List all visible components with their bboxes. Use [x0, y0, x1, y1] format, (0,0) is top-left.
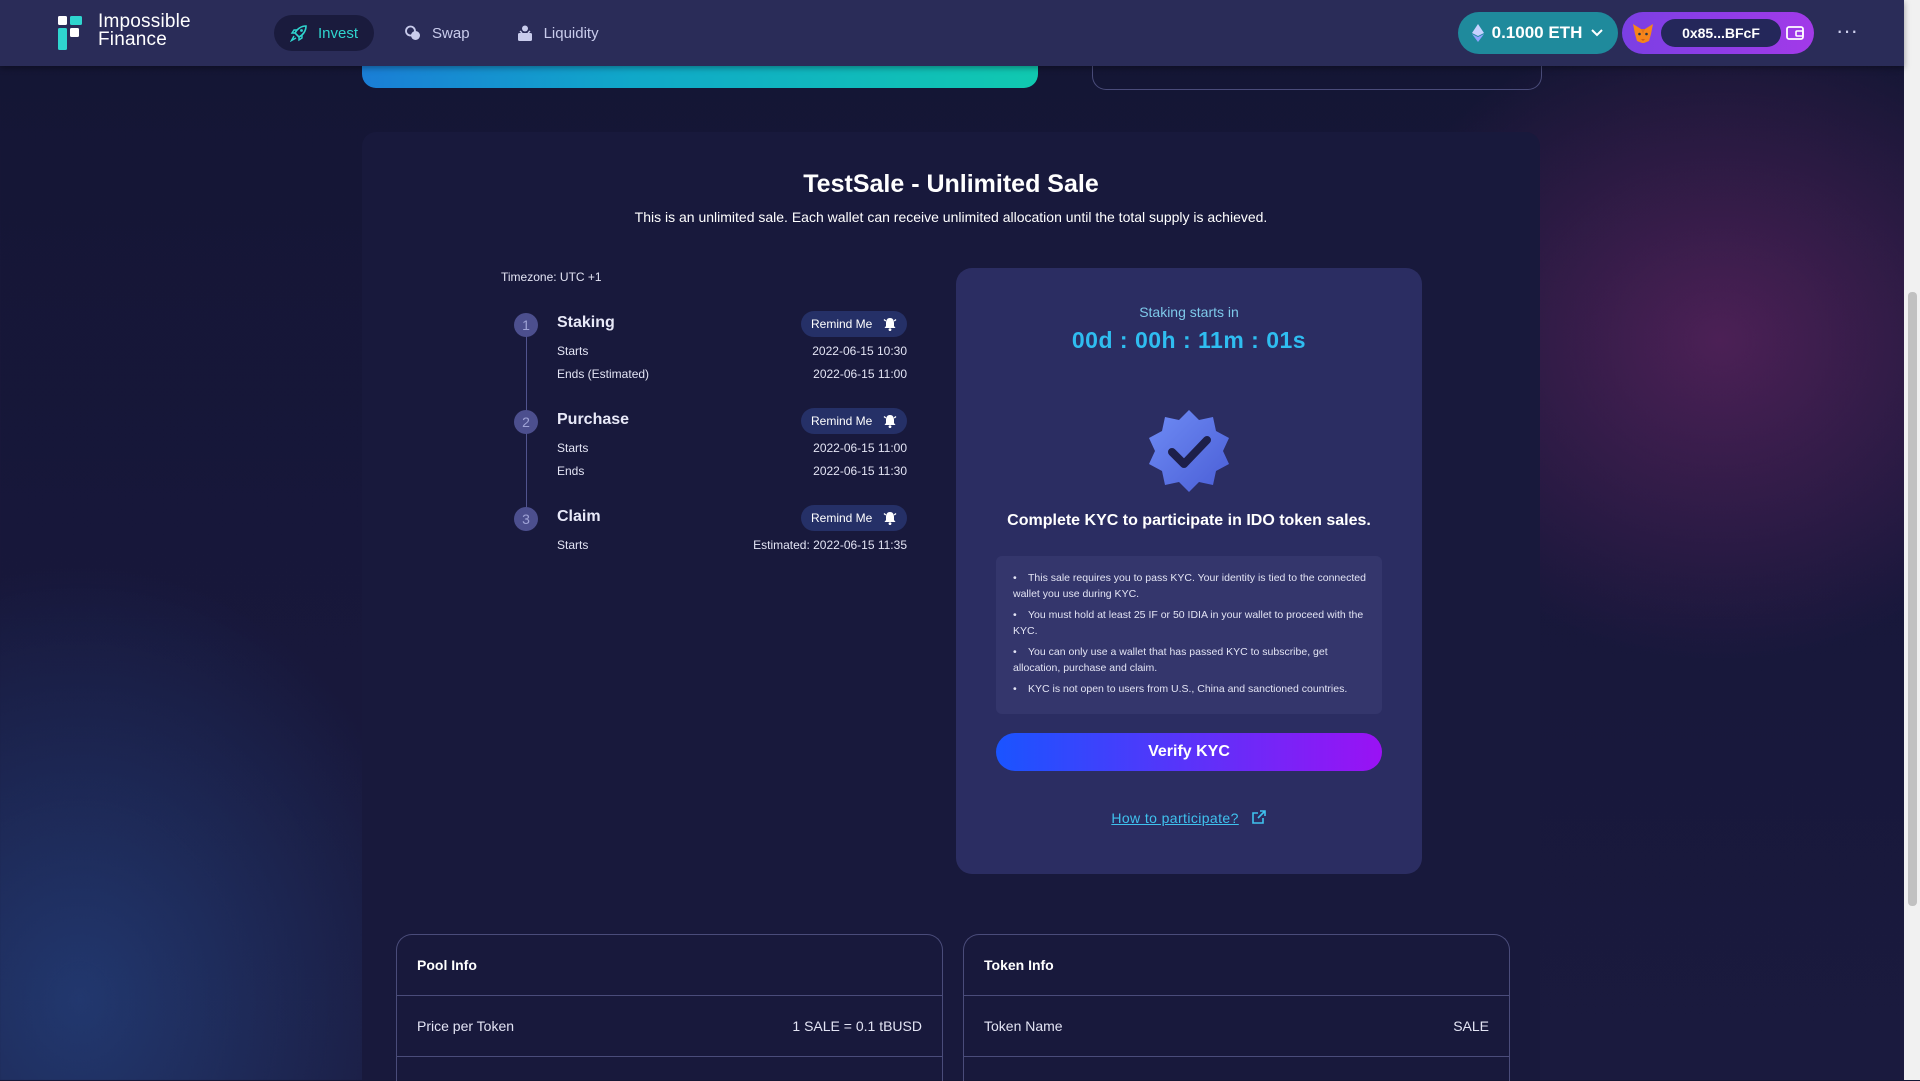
purchase-ends-value: 2022-06-15 11:30: [813, 464, 907, 478]
ethereum-icon: [1471, 24, 1484, 42]
page-scrollbar-thumb[interactable]: [1908, 292, 1917, 906]
remind-me-button-staking[interactable]: Remind Me: [801, 311, 907, 337]
rocket-icon: [290, 25, 307, 42]
eth-balance: 0.1000 ETH: [1491, 23, 1583, 42]
network-balance-button[interactable]: 0.1000 ETH: [1458, 12, 1618, 54]
kyc-card: Staking starts in 00d : 00h : 11m : 01s …: [956, 268, 1422, 874]
metamask-fox-icon: [1633, 24, 1653, 43]
remind-me-label: Remind Me: [811, 414, 873, 428]
verify-kyc-button[interactable]: Verify KYC: [996, 733, 1382, 771]
remind-me-label: Remind Me: [811, 317, 873, 331]
sale-title: TestSale - Unlimited Sale: [803, 170, 1099, 198]
bell-icon: [883, 415, 897, 428]
wallet-button[interactable]: 0x85...BFcF: [1622, 12, 1814, 54]
step-title-purchase: Purchase: [557, 411, 630, 428]
kyc-heading: Complete KYC to participate in IDO token…: [1007, 512, 1371, 529]
token-name-label: Token Name: [984, 1018, 1063, 1034]
kyc-requirements-list: • This sale requires you to pass KYC. You…: [1013, 570, 1368, 697]
kyc-requirement-text: You can only use a wallet that has passe…: [1013, 646, 1328, 674]
step-number-purchase: 2: [514, 410, 538, 434]
nav-swap[interactable]: Swap: [388, 15, 486, 51]
staking-ends-label: Ends (Estimated): [557, 367, 650, 381]
top-nav-bar: Impossible Finance Invest Swap Liquidity…: [0, 0, 1904, 66]
verified-badge-icon: [1149, 410, 1229, 492]
kyc-requirement-text: KYC is not open to users from U.S., Chin…: [1028, 683, 1348, 695]
kyc-requirements-box: • This sale requires you to pass KYC. You…: [996, 556, 1382, 714]
purchase-starts-value: 2022-06-15 11:00: [813, 441, 907, 455]
wallet-address: 0x85...BFcF: [1661, 19, 1781, 47]
step-number-staking: 1: [514, 313, 538, 337]
step-title-claim: Claim: [557, 508, 601, 525]
nav-liquidity[interactable]: Liquidity: [500, 15, 615, 51]
countdown-label: Staking starts in: [1139, 304, 1239, 320]
external-link-icon: [1251, 810, 1266, 824]
nav-invest-label: Invest: [318, 24, 359, 42]
kyc-requirement-text: This sale requires you to pass KYC. Your…: [1013, 572, 1366, 600]
divider: [397, 1056, 942, 1057]
kyc-requirement-item: • You can only use a wallet that has pass…: [1013, 646, 1328, 674]
remind-me-button-claim[interactable]: Remind Me: [801, 505, 907, 531]
kyc-requirement-item: • You must hold at least 25 IF or 50 IDIA…: [1013, 609, 1364, 637]
timezone-label: Timezone: UTC +1: [501, 270, 602, 284]
claim-starts-label: Starts: [557, 538, 589, 552]
brand-name: Impossible Finance: [98, 12, 191, 50]
kyc-requirement-text: You must hold at least 25 IF or 50 IDIA …: [1013, 609, 1364, 637]
remind-me-button-purchase[interactable]: Remind Me: [801, 408, 907, 434]
purchase-starts-label: Starts: [557, 441, 589, 455]
nav-liquidity-label: Liquidity: [543, 24, 599, 42]
token-info-title: Token Info: [984, 957, 1054, 973]
remind-me-label: Remind Me: [811, 511, 873, 525]
how-to-participate-link[interactable]: How to participate?: [956, 809, 1422, 826]
swap-icon: [405, 25, 421, 40]
more-menu-button[interactable]: ···: [1836, 20, 1858, 46]
liquidity-icon: [517, 25, 532, 41]
how-to-participate-text: How to participate?: [1111, 810, 1239, 826]
staking-starts-label: Starts: [557, 344, 589, 358]
step-number-claim: 3: [514, 507, 538, 531]
countdown-timer: 00d : 00h : 11m : 01s: [1071, 327, 1307, 353]
brand-logo[interactable]: Impossible Finance: [58, 12, 198, 53]
token-info-card: Token Info Token Name SALE: [963, 934, 1510, 1081]
kyc-requirement-item: • This sale requires you to pass KYC. You…: [1013, 572, 1366, 600]
nav-swap-label: Swap: [432, 24, 470, 42]
kyc-requirement-item: • KYC is not open to users from U.S., Chi…: [1013, 683, 1348, 695]
impossible-finance-logo-icon: [58, 16, 82, 50]
bell-icon: [883, 512, 897, 525]
main-nav: Invest Swap Liquidity: [274, 15, 615, 51]
wallet-icon: [1786, 26, 1804, 40]
step-title-staking: Staking: [557, 314, 615, 331]
divider: [964, 1056, 1509, 1057]
chevron-down-icon: [1591, 29, 1604, 37]
brand-name-line2: Finance: [98, 29, 167, 50]
sale-description: This is an unlimited sale. Each wallet c…: [634, 209, 1268, 225]
staking-starts-value: 2022-06-15 10:30: [812, 344, 907, 358]
price-per-token-label: Price per Token: [417, 1018, 515, 1034]
purchase-ends-label: Ends: [557, 464, 585, 478]
staking-ends-value: 2022-06-15 11:00: [813, 367, 907, 381]
token-name-value: SALE: [1453, 1018, 1489, 1034]
nav-invest[interactable]: Invest: [274, 15, 375, 51]
price-per-token-value: 1 SALE = 0.1 tBUSD: [792, 1018, 922, 1034]
pool-info-title: Pool Info: [417, 957, 477, 973]
claim-starts-value: Estimated: 2022-06-15 11:35: [753, 538, 907, 552]
bell-icon: [883, 318, 897, 331]
pool-info-card: Pool Info Price per Token 1 SALE = 0.1 t…: [396, 934, 943, 1081]
